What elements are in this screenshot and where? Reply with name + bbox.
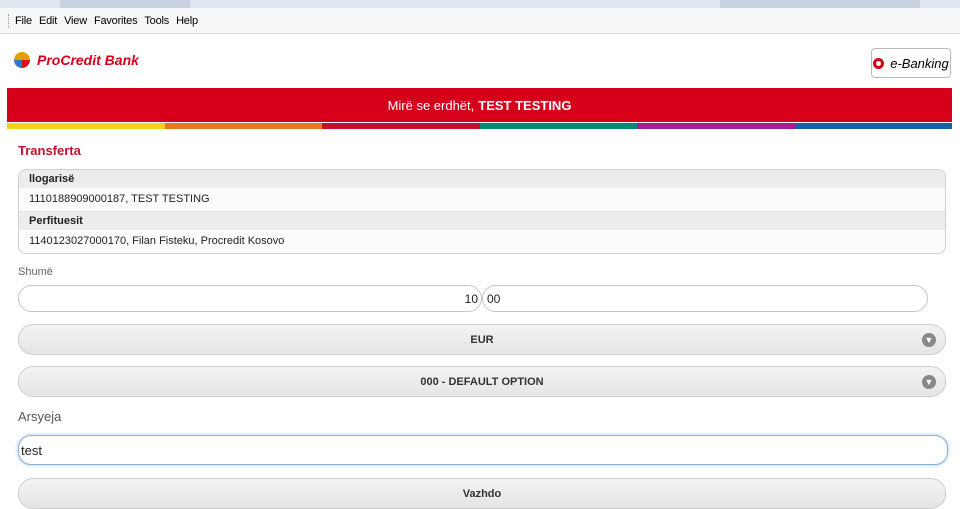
welcome-banner: Mirë se erdhët, TEST TESTING xyxy=(7,88,952,122)
bank-logo[interactable]: ProCredit Bank xyxy=(14,52,139,68)
color-segment xyxy=(164,123,322,129)
beneficiary-value: 1140123027000170, Filan Fisteku, Procred… xyxy=(19,230,945,253)
ebanking-icon xyxy=(873,57,885,69)
menu-tools[interactable]: Tools xyxy=(144,15,169,27)
currency-select[interactable]: EUR ▼ xyxy=(18,324,946,355)
page-title: Transferta xyxy=(18,143,81,158)
window-title-strip xyxy=(0,0,960,8)
welcome-prefix: Mirë se erdhët, xyxy=(387,97,475,113)
page-header: ProCredit Bank e-Banking xyxy=(0,34,960,88)
currency-value: EUR xyxy=(470,333,494,346)
ebanking-button[interactable]: e-Banking xyxy=(871,48,951,78)
reason-input[interactable]: test xyxy=(18,435,948,465)
welcome-user-name: TEST TESTING xyxy=(478,97,572,113)
continue-label: Vazhdo xyxy=(462,487,502,500)
ebanking-label: e-Banking xyxy=(890,55,949,71)
amount-label: Shumë xyxy=(18,266,53,278)
menu-favorites[interactable]: Favorites xyxy=(94,15,138,27)
amount-whole-input[interactable]: 10 xyxy=(18,285,482,312)
option-select[interactable]: 000 - DEFAULT OPTION ▼ xyxy=(18,366,946,397)
beneficiary-label: Perfituesit xyxy=(19,212,945,230)
logo-text: ProCredit Bank xyxy=(37,52,139,68)
brand-color-bar xyxy=(7,123,952,129)
account-label: llogarisë xyxy=(19,170,945,188)
menu-grip xyxy=(8,13,11,28)
menu-edit[interactable]: Edit xyxy=(39,15,57,27)
menu-view[interactable]: View xyxy=(64,15,87,27)
reason-label: Arsyeja xyxy=(18,409,62,424)
color-segment xyxy=(637,123,795,129)
menu-bar: File Edit View Favorites Tools Help xyxy=(0,8,960,34)
color-segment xyxy=(7,123,165,129)
chevron-down-icon: ▼ xyxy=(922,333,936,347)
account-value: 1110188909000187, TEST TESTING xyxy=(19,188,945,212)
color-segment xyxy=(322,123,480,129)
procredit-logo-icon xyxy=(14,52,30,68)
continue-button[interactable]: Vazhdo xyxy=(18,478,946,509)
option-value: 000 - DEFAULT OPTION xyxy=(420,375,544,388)
transfer-summary: llogarisë 1110188909000187, TEST TESTING… xyxy=(18,169,946,254)
color-segment xyxy=(479,123,637,129)
amount-decimal-input[interactable]: 00 xyxy=(482,285,928,312)
menu-file[interactable]: File xyxy=(15,15,32,27)
color-segment xyxy=(794,123,952,129)
menu-help[interactable]: Help xyxy=(176,15,198,27)
chevron-down-icon: ▼ xyxy=(922,375,936,389)
